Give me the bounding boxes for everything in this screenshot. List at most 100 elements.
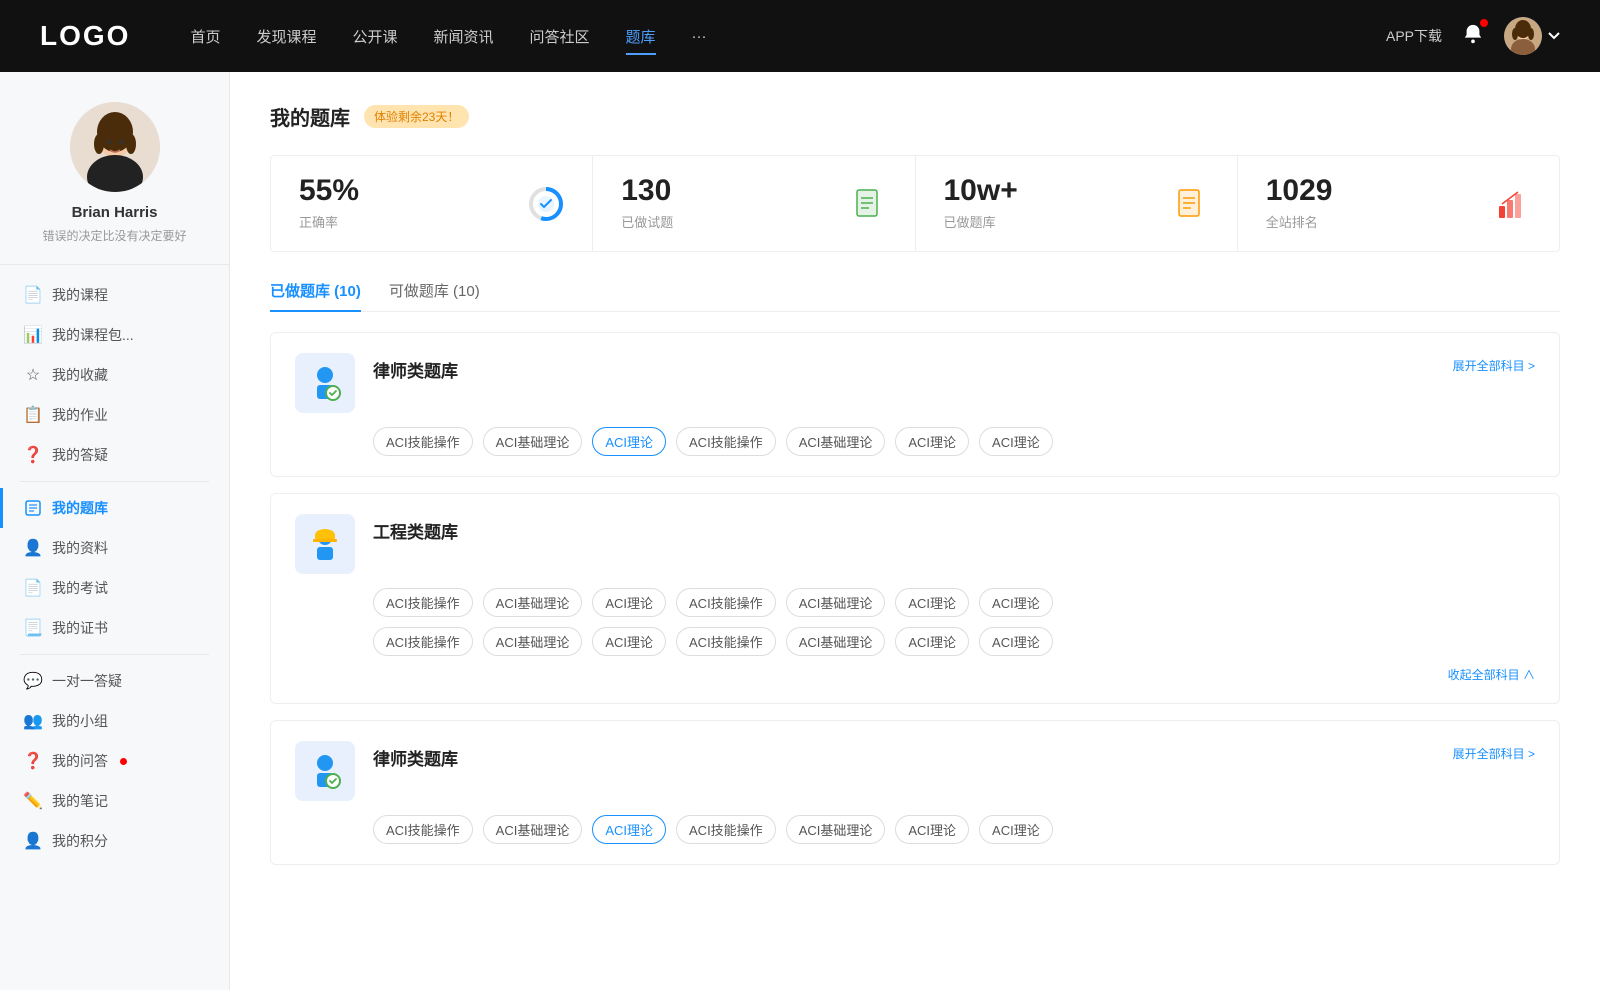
tag[interactable]: ACI理论 — [895, 588, 969, 617]
stat-done-banks: 10w+ 已做题库 — [916, 156, 1238, 251]
done-q-icon — [851, 186, 887, 222]
tag[interactable]: ACI技能操作 — [373, 588, 473, 617]
page-title: 我的题库 — [270, 102, 350, 131]
tag[interactable]: ACI基础理论 — [786, 627, 886, 656]
done-q-value: 130 — [621, 176, 836, 206]
sidebar-item-tutoring[interactable]: 💬 一对一答疑 — [0, 661, 229, 701]
tag[interactable]: ACI理论 — [979, 627, 1053, 656]
tag[interactable]: ACI技能操作 — [676, 627, 776, 656]
tag[interactable]: ACI基础理论 — [786, 815, 886, 844]
tag[interactable]: ACI基础理论 — [786, 588, 886, 617]
qbank-icon-lawyer-3 — [295, 741, 355, 801]
profile-section: Brian Harris 错误的决定比没有决定要好 — [0, 102, 229, 265]
tag[interactable]: ACI理论 — [895, 427, 969, 456]
accuracy-value: 55% — [299, 176, 514, 206]
sidebar-item-my-qa[interactable]: ❓ 我的问答 — [0, 741, 229, 781]
profile-name: Brian Harris — [72, 204, 158, 221]
qbank-tags-2-row1: ACI技能操作 ACI基础理论 ACI理论 ACI技能操作 ACI基础理论 AC… — [373, 588, 1535, 617]
tag-active[interactable]: ACI理论 — [592, 815, 666, 844]
sidebar-item-course[interactable]: 📄 我的课程 — [0, 275, 229, 315]
done-b-label: 已做题库 — [944, 212, 1159, 231]
accuracy-label: 正确率 — [299, 212, 514, 231]
sidebar-menu: 📄 我的课程 📊 我的课程包... ☆ 我的收藏 📋 我的作业 ❓ 我的答疑 — [0, 265, 229, 871]
tag-active[interactable]: ACI理论 — [592, 427, 666, 456]
page-header: 我的题库 体验剩余23天！ — [270, 102, 1560, 131]
tag[interactable]: ACI技能操作 — [373, 427, 473, 456]
tag[interactable]: ACI理论 — [895, 815, 969, 844]
tag[interactable]: ACI技能操作 — [676, 815, 776, 844]
tag[interactable]: ACI基础理论 — [786, 427, 886, 456]
sidebar-item-certificate[interactable]: 📃 我的证书 — [0, 608, 229, 648]
nav-qa[interactable]: 问答社区 — [530, 22, 590, 51]
sidebar-item-favorites[interactable]: ☆ 我的收藏 — [0, 355, 229, 395]
nav-more[interactable]: ··· — [692, 24, 707, 49]
ranking-icon — [1495, 186, 1531, 222]
tag[interactable]: ACI理论 — [592, 588, 666, 617]
chevron-down-icon — [1548, 32, 1560, 40]
qbank-title-1: 律师类题库 — [373, 353, 458, 382]
tab-done-banks[interactable]: 已做题库 (10) — [270, 280, 361, 311]
sidebar-item-qa[interactable]: ❓ 我的答疑 — [0, 435, 229, 475]
qbank-title-2: 工程类题库 — [373, 514, 458, 543]
tag[interactable]: ACI理论 — [895, 627, 969, 656]
sidebar-item-bank[interactable]: 我的题库 — [0, 488, 229, 528]
tag[interactable]: ACI理论 — [979, 588, 1053, 617]
sidebar-item-profile[interactable]: 👤 我的资料 — [0, 528, 229, 568]
sidebar-divider-2 — [20, 654, 209, 655]
qbank-card-3: 律师类题库 展开全部科目 > ACI技能操作 ACI基础理论 ACI理论 ACI… — [270, 720, 1560, 865]
tag[interactable]: ACI技能操作 — [373, 815, 473, 844]
main-nav: 首页 发现课程 公开课 新闻资讯 问答社区 题库 ··· — [190, 22, 1386, 51]
main-content: 我的题库 体验剩余23天！ 55% 正确率 — [230, 72, 1600, 990]
qbank-title-3: 律师类题库 — [373, 741, 458, 770]
qbank-icon-lawyer-1 — [295, 353, 355, 413]
stat-done-questions: 130 已做试题 — [593, 156, 915, 251]
certificate-icon: 📃 — [24, 619, 42, 637]
done-b-value: 10w+ — [944, 176, 1159, 206]
qbank-tags-2-wrap: ACI技能操作 ACI基础理论 ACI理论 ACI技能操作 ACI基础理论 AC… — [373, 588, 1535, 683]
course-package-icon: 📊 — [24, 326, 42, 344]
app-download-link[interactable]: APP下载 — [1386, 26, 1442, 46]
qbank-tags-1: ACI技能操作 ACI基础理论 ACI理论 ACI技能操作 ACI基础理论 AC… — [373, 427, 1535, 456]
expand-link-1[interactable]: 展开全部科目 > — [1453, 353, 1535, 374]
course-icon: 📄 — [24, 286, 42, 304]
tag[interactable]: ACI技能操作 — [373, 627, 473, 656]
qbank-tags-3: ACI技能操作 ACI基础理论 ACI理论 ACI技能操作 ACI基础理论 AC… — [373, 815, 1535, 844]
nav-bank[interactable]: 题库 — [626, 22, 656, 51]
sidebar-item-course-package[interactable]: 📊 我的课程包... — [0, 315, 229, 355]
tag[interactable]: ACI技能操作 — [676, 427, 776, 456]
done-b-icon — [1173, 186, 1209, 222]
my-qa-icon: ❓ — [24, 752, 42, 770]
trial-badge: 体验剩余23天！ — [364, 105, 469, 128]
nav-home[interactable]: 首页 — [190, 22, 220, 51]
sidebar-item-points[interactable]: 👤 我的积分 — [0, 821, 229, 861]
collapse-link-2[interactable]: 收起全部科目 ∧ — [373, 666, 1535, 683]
nav-discover[interactable]: 发现课程 — [256, 22, 316, 51]
sidebar-item-homework[interactable]: 📋 我的作业 — [0, 395, 229, 435]
expand-link-3[interactable]: 展开全部科目 > — [1453, 741, 1535, 762]
tag[interactable]: ACI基础理论 — [483, 815, 583, 844]
tag[interactable]: ACI技能操作 — [676, 588, 776, 617]
nav-open-course[interactable]: 公开课 — [352, 22, 397, 51]
nav-news[interactable]: 新闻资讯 — [434, 22, 494, 51]
star-icon: ☆ — [24, 366, 42, 384]
stat-ranking: 1029 全站排名 — [1238, 156, 1559, 251]
bank-icon — [24, 499, 42, 517]
tab-available-banks[interactable]: 可做题库 (10) — [389, 280, 480, 311]
tag[interactable]: ACI理论 — [979, 427, 1053, 456]
tag[interactable]: ACI理论 — [979, 815, 1053, 844]
qbank-icon-engineer — [295, 514, 355, 574]
sidebar-item-exam[interactable]: 📄 我的考试 — [0, 568, 229, 608]
profile-icon: 👤 — [24, 539, 42, 557]
tag[interactable]: ACI基础理论 — [483, 427, 583, 456]
tag[interactable]: ACI理论 — [592, 627, 666, 656]
homework-icon: 📋 — [24, 406, 42, 424]
sidebar-item-group[interactable]: 👥 我的小组 — [0, 701, 229, 741]
profile-avatar — [70, 102, 160, 192]
tag[interactable]: ACI基础理论 — [483, 588, 583, 617]
ranking-value: 1029 — [1266, 176, 1481, 206]
done-q-label: 已做试题 — [621, 212, 836, 231]
tag[interactable]: ACI基础理论 — [483, 627, 583, 656]
user-avatar-menu[interactable] — [1504, 17, 1560, 55]
notification-bell[interactable] — [1462, 23, 1484, 50]
sidebar-item-notes[interactable]: ✏️ 我的笔记 — [0, 781, 229, 821]
